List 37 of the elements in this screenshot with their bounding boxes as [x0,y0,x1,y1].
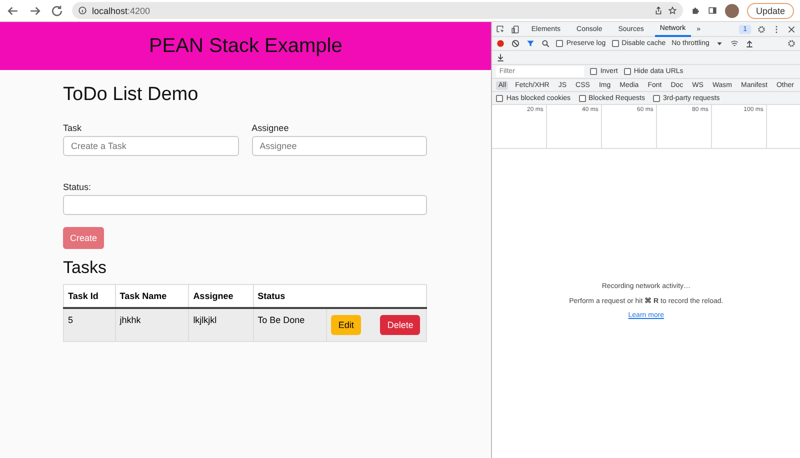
close-icon[interactable] [787,24,796,34]
input-field[interactable]: Create a Task [63,136,239,156]
input-field[interactable] [63,195,428,215]
page-heading: ToDo List Demo [63,84,200,106]
table-cell: jhkhk [115,308,189,342]
star-icon[interactable] [668,6,677,15]
clear-icon[interactable] [511,39,520,48]
avatar[interactable] [724,4,739,18]
record-icon[interactable] [496,39,506,48]
table-cell: 5 [64,308,116,342]
download-icon[interactable] [496,53,506,62]
settings-icon[interactable] [757,24,766,34]
update-button[interactable]: Update [746,2,794,18]
inspect-icon[interactable] [496,24,506,34]
field-label: Assignee [252,123,290,133]
field-label: Status: [63,182,92,192]
reload-icon[interactable] [50,4,64,18]
header-title: PEAN Stack Example [148,34,342,58]
delete-button[interactable]: Delete [380,315,420,335]
field-label: Task [63,123,83,133]
sidebar-icon[interactable] [708,6,717,15]
edit-button[interactable]: Edit [331,315,361,335]
table-cell: lkjlkjkl [188,308,254,342]
wifi-icon[interactable] [730,39,740,48]
filter-icon[interactable] [526,39,536,48]
settings-icon[interactable] [787,39,796,48]
table-cell: To Be Done [253,308,327,342]
puzzle-icon[interactable] [690,6,700,15]
share-icon[interactable] [654,6,663,15]
upload-icon[interactable] [745,39,754,48]
info-icon [78,6,87,15]
url-text: localhost:4200 [92,6,150,16]
search-icon[interactable] [541,39,550,48]
input-field[interactable]: Assignee [252,136,428,156]
section-heading: Tasks [63,258,108,278]
address-bar[interactable]: localhost:4200 [72,2,683,19]
device-icon[interactable] [511,24,520,34]
